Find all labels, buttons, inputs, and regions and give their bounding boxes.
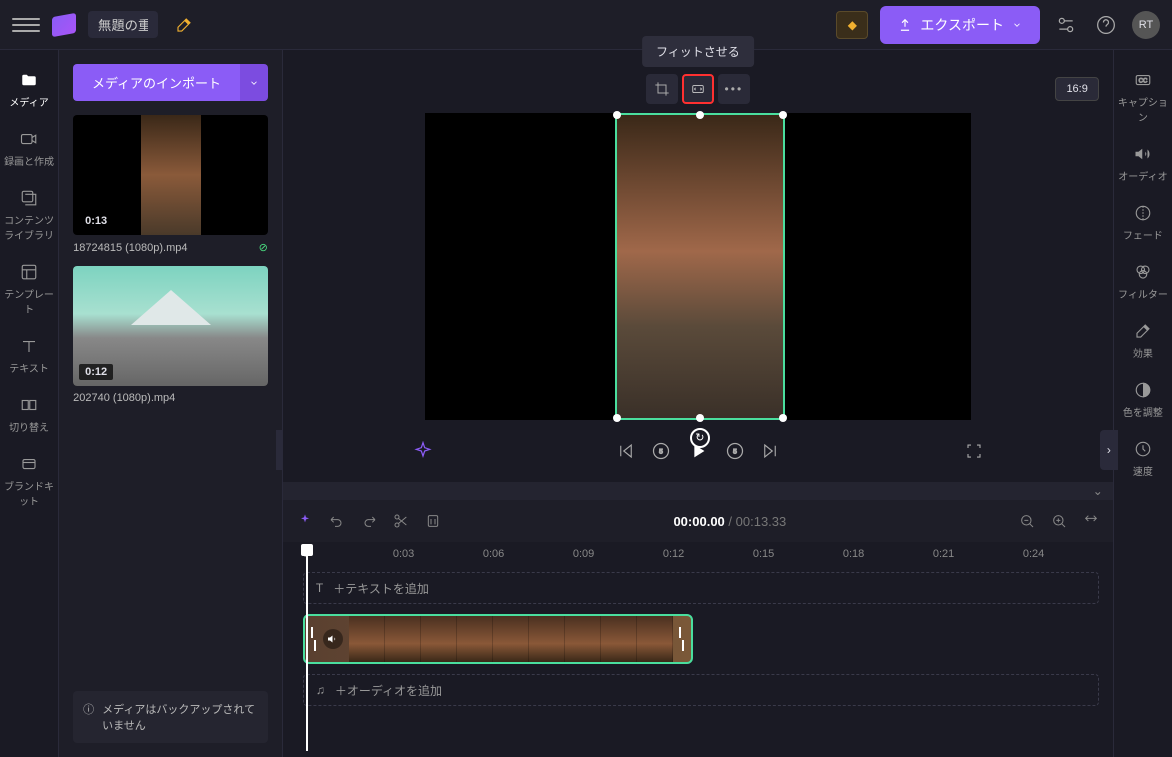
media-filename: 202740 (1080p).mp4: [73, 392, 175, 404]
fit-tooltip: フィットさせる: [642, 36, 754, 67]
resize-handle[interactable]: [613, 111, 621, 119]
media-thumbnail[interactable]: 0:13: [73, 115, 268, 235]
rewind-button[interactable]: 5: [651, 441, 671, 461]
svg-text:5: 5: [733, 449, 737, 456]
fit-button[interactable]: [682, 74, 714, 104]
media-item[interactable]: 0:12 202740 (1080p).mp4: [73, 266, 268, 404]
nav-record[interactable]: 録画と作成: [0, 119, 58, 178]
nav-transition[interactable]: 切り替え: [0, 385, 58, 444]
playhead[interactable]: [301, 544, 313, 556]
clip-trim-left[interactable]: [311, 627, 317, 651]
export-label: エクスポート: [920, 15, 1004, 35]
music-icon: ♫: [316, 683, 325, 697]
total-time: 00:13.33: [736, 514, 787, 529]
zoom-in-button[interactable]: [1051, 513, 1067, 529]
collapse-timeline-button[interactable]: ⌄: [283, 482, 1113, 500]
media-item[interactable]: 0:13 18724815 (1080p).mp4 ⊘: [73, 115, 268, 254]
backup-warning: ⓘ メディアはバックアップされていません: [73, 691, 268, 743]
volume-icon[interactable]: [323, 629, 343, 649]
check-icon: ⊘: [259, 241, 268, 254]
svg-text:5: 5: [659, 449, 663, 456]
left-sidebar: メディア 録画と作成 コンテンツライブラリ テンプレート テキスト 切り替え ブ…: [0, 50, 59, 757]
media-duration: 0:13: [79, 213, 113, 229]
nav-fade[interactable]: フェード: [1114, 193, 1172, 252]
clip-trim-right[interactable]: [679, 627, 685, 651]
fullscreen-button[interactable]: [965, 442, 983, 460]
nav-library[interactable]: コンテンツライブラリ: [0, 178, 58, 252]
nav-text[interactable]: テキスト: [0, 326, 58, 385]
resize-handle[interactable]: [696, 111, 704, 119]
info-icon: ⓘ: [83, 701, 94, 717]
nav-audio[interactable]: オーディオ: [1114, 134, 1172, 193]
nav-filter[interactable]: フィルター: [1114, 252, 1172, 311]
forward-button[interactable]: 5: [725, 441, 745, 461]
nav-caption[interactable]: CCキャプション: [1114, 60, 1172, 134]
undo-button[interactable]: [329, 513, 345, 529]
play-button[interactable]: [687, 440, 709, 462]
center-panel: フィットさせる ••• 16:9 ↻ 5: [283, 50, 1113, 757]
help-icon[interactable]: [1092, 11, 1120, 39]
user-avatar[interactable]: RT: [1132, 11, 1160, 39]
skip-start-button[interactable]: [617, 442, 635, 460]
ai-enhance-button[interactable]: [413, 441, 433, 461]
audio-track[interactable]: ♫ ＋オーディオを追加: [303, 674, 1099, 706]
resize-handle[interactable]: [779, 111, 787, 119]
nav-brand[interactable]: ブランドキット: [0, 444, 58, 518]
right-sidebar: › CCキャプション オーディオ フェード フィルター 効果 色を調整 速度: [1113, 50, 1172, 757]
menu-button[interactable]: [12, 11, 40, 39]
media-duration: 0:12: [79, 364, 113, 380]
import-media-button[interactable]: メディアのインポート: [73, 64, 240, 101]
zoom-out-button[interactable]: [1019, 513, 1035, 529]
nav-speed[interactable]: 速度: [1114, 429, 1172, 488]
delete-button[interactable]: [425, 513, 441, 529]
media-thumbnail[interactable]: 0:12: [73, 266, 268, 386]
playhead-line[interactable]: [306, 556, 308, 751]
app-logo: [52, 12, 76, 36]
svg-text:CC: CC: [1139, 78, 1148, 84]
selected-clip-overlay[interactable]: ↻: [615, 113, 785, 420]
nav-template[interactable]: テンプレート: [0, 252, 58, 326]
premium-button[interactable]: ◆: [836, 11, 868, 39]
crop-button[interactable]: [646, 74, 678, 104]
media-filename: 18724815 (1080p).mp4: [73, 242, 187, 254]
aspect-ratio-button[interactable]: 16:9: [1055, 77, 1098, 101]
nav-effect[interactable]: 効果: [1114, 311, 1172, 370]
current-time: 00:00.00: [673, 514, 724, 529]
text-track[interactable]: T ＋テキストを追加: [303, 572, 1099, 604]
timeline-ruler[interactable]: 0 0:03 0:06 0:09 0:12 0:15 0:18 0:21 0:2…: [283, 542, 1113, 562]
split-button[interactable]: [393, 513, 409, 529]
redo-button[interactable]: [361, 513, 377, 529]
timeline[interactable]: 0 0:03 0:06 0:09 0:12 0:15 0:18 0:21 0:2…: [283, 542, 1113, 757]
skip-end-button[interactable]: [761, 442, 779, 460]
nav-color[interactable]: 色を調整: [1114, 370, 1172, 429]
clip-frames: [349, 616, 673, 662]
video-clip[interactable]: [303, 614, 693, 664]
text-icon: T: [316, 581, 323, 595]
more-options-button[interactable]: •••: [718, 74, 750, 104]
settings-icon[interactable]: [1052, 11, 1080, 39]
project-title-input[interactable]: [88, 11, 158, 38]
export-button[interactable]: エクスポート: [880, 6, 1040, 44]
magic-wand-icon[interactable]: [170, 11, 198, 39]
auto-enhance-button[interactable]: [297, 513, 313, 529]
media-panel: メディアのインポート 0:13 18724815 (1080p).mp4 ⊘ 0:…: [59, 50, 283, 757]
nav-media[interactable]: メディア: [0, 60, 58, 119]
import-dropdown-button[interactable]: [240, 64, 268, 101]
preview-canvas[interactable]: ↻: [425, 113, 971, 420]
fit-timeline-button[interactable]: [1083, 513, 1099, 529]
collapse-right-button[interactable]: ›: [1100, 430, 1118, 470]
